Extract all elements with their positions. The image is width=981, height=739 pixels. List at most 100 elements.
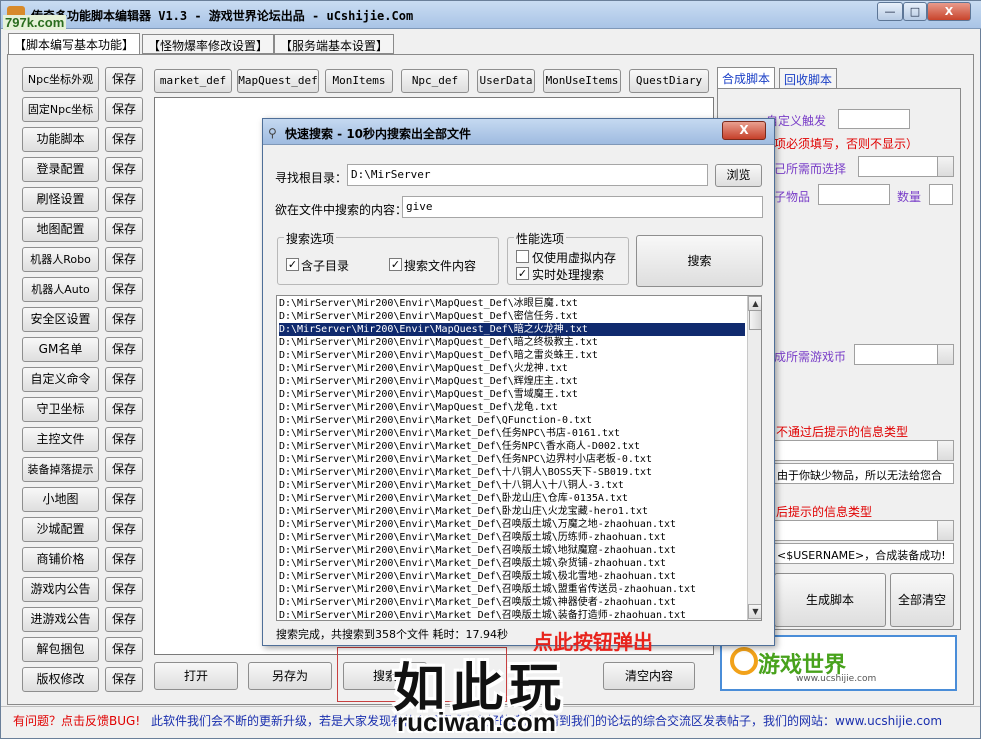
left-save-button[interactable]: 保存 <box>105 667 143 692</box>
chevron-down-icon[interactable] <box>937 345 953 364</box>
search-results-list[interactable]: D:\MirServer\Mir200\Envir\MapQuest_Def\冰… <box>276 295 762 621</box>
result-row[interactable]: D:\MirServer\Mir200\Envir\Market_Def\十八铜… <box>279 479 745 492</box>
left-item-button[interactable]: 版权修改 <box>22 667 99 692</box>
tab-monster-drop[interactable]: 【怪物爆率修改设置】 <box>142 34 275 54</box>
root-dir-input[interactable]: D:\MirServer <box>347 164 708 186</box>
left-save-button[interactable]: 保存 <box>105 97 143 122</box>
result-row[interactable]: D:\MirServer\Mir200\Envir\MapQuest_Def\暗… <box>279 323 745 336</box>
left-save-button[interactable]: 保存 <box>105 487 143 512</box>
result-row[interactable]: D:\MirServer\Mir200\Envir\MapQuest_Def\暗… <box>279 336 745 349</box>
left-item-button[interactable]: 自定义命令 <box>22 367 99 392</box>
left-save-button[interactable]: 保存 <box>105 127 143 152</box>
subdirs-checkbox[interactable]: ✓ <box>286 258 299 271</box>
result-row[interactable]: D:\MirServer\Mir200\Envir\Market_Def\任务N… <box>279 440 745 453</box>
clear-content-button[interactable]: 清空内容 <box>603 662 695 690</box>
left-save-button[interactable]: 保存 <box>105 517 143 542</box>
left-item-button[interactable]: 地图配置 <box>22 217 99 242</box>
result-row[interactable]: D:\MirServer\Mir200\Envir\Market_Def\召唤版… <box>279 544 745 557</box>
clear-all-button[interactable]: 全部清空 <box>890 573 954 627</box>
left-item-button[interactable]: 固定Npc坐标 <box>22 97 99 122</box>
maximize-button[interactable]: □ <box>903 2 927 21</box>
result-row[interactable]: D:\MirServer\Mir200\Envir\MapQuest_Def\密… <box>279 310 745 323</box>
left-save-button[interactable]: 保存 <box>105 457 143 482</box>
left-item-button[interactable]: 机器人Robo <box>22 247 99 272</box>
scroll-up-icon[interactable]: ▲ <box>748 296 761 311</box>
item-input[interactable] <box>818 184 890 205</box>
file-button-userdata[interactable]: UserData <box>477 69 535 93</box>
success-message-input[interactable]: <$USERNAME>，合成装备成功! <box>774 543 954 564</box>
dialog-search-button[interactable]: 搜索 <box>636 235 763 287</box>
left-item-button[interactable]: 沙城配置 <box>22 517 99 542</box>
chevron-down-icon[interactable] <box>937 521 953 540</box>
file-button-mapquest-def[interactable]: MapQuest_def <box>237 69 319 93</box>
result-row[interactable]: D:\MirServer\Mir200\Envir\Market_Def\召唤版… <box>279 557 745 570</box>
result-row[interactable]: D:\MirServer\Mir200\Envir\Market_Def\任务N… <box>279 427 745 440</box>
result-row[interactable]: D:\MirServer\Mir200\Envir\MapQuest_Def\火… <box>279 362 745 375</box>
realtime-checkbox[interactable]: ✓ <box>516 267 529 280</box>
result-row[interactable]: D:\MirServer\Mir200\Envir\Market_Def\卧龙山… <box>279 505 745 518</box>
generate-script-button[interactable]: 生成脚本 <box>774 573 886 627</box>
result-row[interactable]: D:\MirServer\Mir200\Envir\Market_Def\十八铜… <box>279 466 745 479</box>
gold-needed-combo[interactable] <box>854 344 954 365</box>
file-button-npc-def[interactable]: Npc_def <box>401 69 469 93</box>
left-save-button[interactable]: 保存 <box>105 577 143 602</box>
left-save-button[interactable]: 保存 <box>105 607 143 632</box>
left-item-button[interactable]: 机器人Auto <box>22 277 99 302</box>
left-save-button[interactable]: 保存 <box>105 367 143 392</box>
left-item-button[interactable]: GM名单 <box>22 337 99 362</box>
file-button-questdiary[interactable]: QuestDiary <box>629 69 709 93</box>
file-content-checkbox[interactable]: ✓ <box>389 258 402 271</box>
fail-type-combo[interactable] <box>774 440 954 461</box>
tab-recycle-script[interactable]: 回收脚本 <box>779 68 838 89</box>
left-item-button[interactable]: 守卫坐标 <box>22 397 99 422</box>
left-item-button[interactable]: Npc坐标外观 <box>22 67 99 92</box>
tab-server-basic[interactable]: 【服务端基本设置】 <box>274 34 395 54</box>
left-item-button[interactable]: 刷怪设置 <box>22 187 99 212</box>
result-row[interactable]: D:\MirServer\Mir200\Envir\Market_Def\召唤版… <box>279 609 745 620</box>
file-button-monitems[interactable]: MonItems <box>325 69 393 93</box>
results-scrollbar[interactable]: ▲ ▼ <box>747 296 761 620</box>
tab-compose-script[interactable]: 合成脚本 <box>717 67 776 89</box>
left-save-button[interactable]: 保存 <box>105 397 143 422</box>
custom-trigger-input[interactable] <box>838 109 910 129</box>
left-item-button[interactable]: 主控文件 <box>22 427 99 452</box>
left-save-button[interactable]: 保存 <box>105 637 143 662</box>
result-row[interactable]: D:\MirServer\Mir200\Envir\MapQuest_Def\雪… <box>279 388 745 401</box>
virtual-memory-checkbox[interactable] <box>516 250 529 263</box>
result-row[interactable]: D:\MirServer\Mir200\Envir\MapQuest_Def\冰… <box>279 297 745 310</box>
chevron-down-icon[interactable] <box>937 157 953 176</box>
scroll-thumb[interactable] <box>749 310 761 330</box>
result-row[interactable]: D:\MirServer\Mir200\Envir\Market_Def\召唤版… <box>279 583 745 596</box>
browse-button[interactable]: 浏览 <box>715 164 762 187</box>
left-item-button[interactable]: 商铺价格 <box>22 547 99 572</box>
left-save-button[interactable]: 保存 <box>105 187 143 212</box>
result-row[interactable]: D:\MirServer\Mir200\Envir\MapQuest_Def\暗… <box>279 349 745 362</box>
quantity-input[interactable] <box>929 184 953 205</box>
search-content-input[interactable]: give <box>402 196 763 218</box>
file-button-market-def[interactable]: market_def <box>154 69 232 93</box>
left-save-button[interactable]: 保存 <box>105 547 143 572</box>
window-close-button[interactable]: X <box>927 2 971 21</box>
minimize-button[interactable]: — <box>877 2 903 21</box>
feedback-link[interactable]: 有问题？点击反馈BUG! <box>13 712 140 729</box>
chevron-down-icon[interactable] <box>937 441 953 460</box>
select-needed-combo[interactable] <box>858 156 954 177</box>
left-item-button[interactable]: 小地图 <box>22 487 99 512</box>
left-save-button[interactable]: 保存 <box>105 217 143 242</box>
tab-script-basic[interactable]: 【脚本编写基本功能】 <box>8 33 141 55</box>
left-item-button[interactable]: 安全区设置 <box>22 307 99 332</box>
success-type-combo[interactable] <box>774 520 954 541</box>
save-as-button[interactable]: 另存为 <box>248 662 332 690</box>
left-item-button[interactable]: 解包捆包 <box>22 637 99 662</box>
left-item-button[interactable]: 进游戏公告 <box>22 607 99 632</box>
left-save-button[interactable]: 保存 <box>105 247 143 272</box>
fail-message-input[interactable]: 由于你缺少物品，所以无法给您合 <box>774 463 954 484</box>
scroll-down-icon[interactable]: ▼ <box>748 604 761 619</box>
result-row[interactable]: D:\MirServer\Mir200\Envir\Market_Def\召唤版… <box>279 596 745 609</box>
result-row[interactable]: D:\MirServer\Mir200\Envir\MapQuest_Def\龙… <box>279 401 745 414</box>
left-save-button[interactable]: 保存 <box>105 427 143 452</box>
open-button[interactable]: 打开 <box>154 662 238 690</box>
left-save-button[interactable]: 保存 <box>105 67 143 92</box>
result-row[interactable]: D:\MirServer\Mir200\Envir\Market_Def\召唤版… <box>279 570 745 583</box>
file-button-monuseitems[interactable]: MonUseItems <box>543 69 621 93</box>
